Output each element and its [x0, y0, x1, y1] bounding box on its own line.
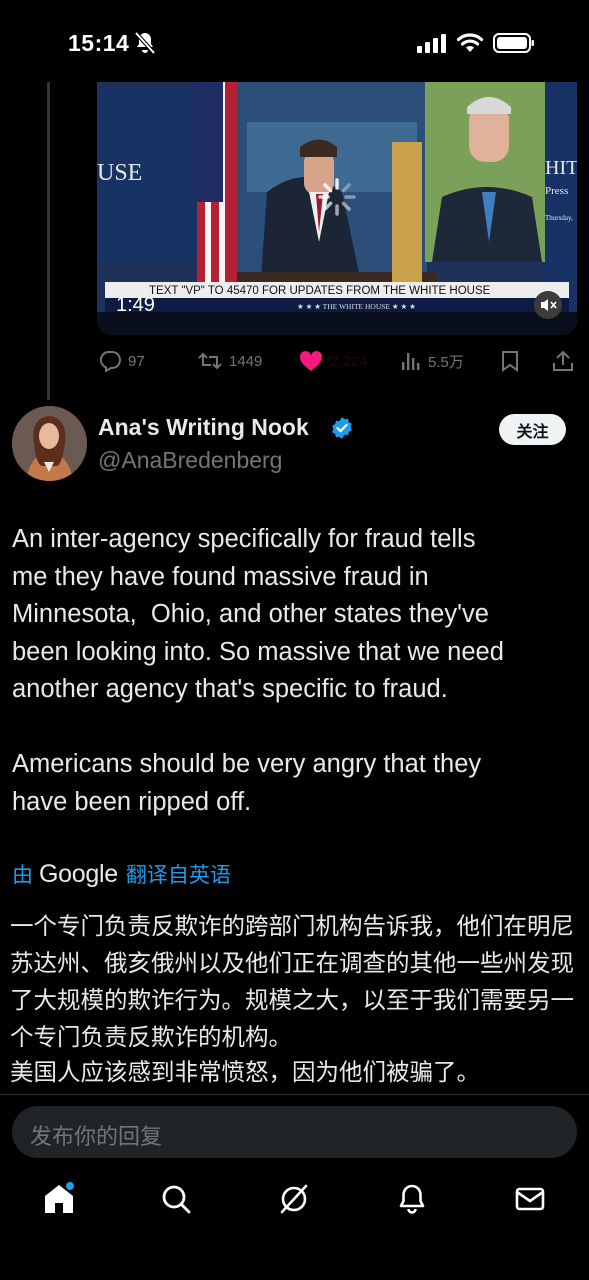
- like-action[interactable]: 2,224: [299, 346, 368, 376]
- wifi-icon: [456, 33, 484, 52]
- mute-icon[interactable]: [534, 291, 562, 319]
- video-frame: USE HIT Press Thursday, TEXT "VP" TO 454…: [97, 82, 577, 335]
- bookmark-icon: [502, 351, 518, 372]
- reply-input[interactable]: 发布你的回复: [12, 1106, 577, 1158]
- chyron-subtext: ★ ★ ★ THE WHITE HOUSE ★ ★ ★: [297, 302, 416, 311]
- translation-attribution[interactable]: 由 Google 翻译自英语: [12, 858, 231, 890]
- views-count: 5.5万: [428, 353, 464, 371]
- signal-icon: [417, 34, 446, 53]
- bell-muted-icon: [134, 31, 156, 55]
- views-action[interactable]: 5.5万: [401, 346, 464, 376]
- bottom-nav: [0, 1170, 589, 1230]
- status-time: 15:14: [68, 30, 130, 56]
- grok-icon[interactable]: [277, 1182, 311, 1216]
- avatar[interactable]: [12, 406, 87, 481]
- google-logo: Google: [39, 859, 118, 888]
- backdrop-right-date: Thursday,: [545, 214, 573, 222]
- heart-icon: [299, 350, 323, 371]
- views-icon: [402, 353, 420, 370]
- chyron-text: TEXT "VP" TO 45470 FOR UPDATES FROM THE …: [149, 285, 491, 297]
- repost-icon: [198, 352, 222, 370]
- backdrop-right-sub: Press: [545, 185, 568, 197]
- repost-action[interactable]: 1449: [198, 346, 262, 376]
- thread-line: [47, 82, 50, 400]
- divider: [0, 1094, 589, 1095]
- translated-from-label[interactable]: 翻译自英语: [126, 859, 231, 889]
- share-action[interactable]: [553, 346, 573, 376]
- follow-button[interactable]: 关注: [499, 414, 566, 445]
- author-name[interactable]: Ana's Writing Nook: [98, 414, 309, 441]
- author-handle[interactable]: @AnaBredenberg: [98, 447, 282, 474]
- battery-icon: [493, 33, 534, 53]
- video-player[interactable]: USE HIT Press Thursday, TEXT "VP" TO 454…: [97, 82, 577, 335]
- search-icon[interactable]: [159, 1182, 193, 1216]
- action-row: 97 1449 2,224 5.5万: [97, 346, 577, 376]
- reply-count: 97: [128, 352, 145, 370]
- translated-text-paragraph-2: 美国人应该感到非常愤怒，因为他们被骗了。: [10, 1059, 480, 1085]
- verified-badge-icon: [332, 417, 352, 439]
- tweet-text: An inter-agency specifically for fraud t…: [12, 525, 504, 816]
- status-bar: 15:14: [0, 0, 589, 80]
- backdrop-left-text: USE: [97, 160, 142, 186]
- reply-placeholder: 发布你的回复: [30, 1124, 163, 1149]
- notifications-icon[interactable]: [395, 1182, 429, 1216]
- translation-by-label: 由: [12, 864, 33, 887]
- avatar-image: [12, 406, 87, 481]
- repost-count: 1449: [229, 352, 263, 370]
- messages-icon[interactable]: [513, 1182, 547, 1216]
- backdrop-right-text: HIT: [545, 157, 577, 179]
- video-duration: 1:49: [116, 294, 155, 316]
- home-notification-dot: [66, 1182, 74, 1190]
- translated-text-paragraph-1: 一个专门负责反欺诈的跨部门机构告诉我，他们在明尼苏达州、俄亥俄州以及他们正在调查…: [10, 913, 574, 1050]
- reply-action[interactable]: 97: [99, 346, 145, 376]
- like-count: 2,224: [330, 352, 368, 370]
- share-icon: [553, 350, 573, 371]
- bookmark-action[interactable]: [501, 346, 519, 376]
- reply-icon: [99, 351, 121, 372]
